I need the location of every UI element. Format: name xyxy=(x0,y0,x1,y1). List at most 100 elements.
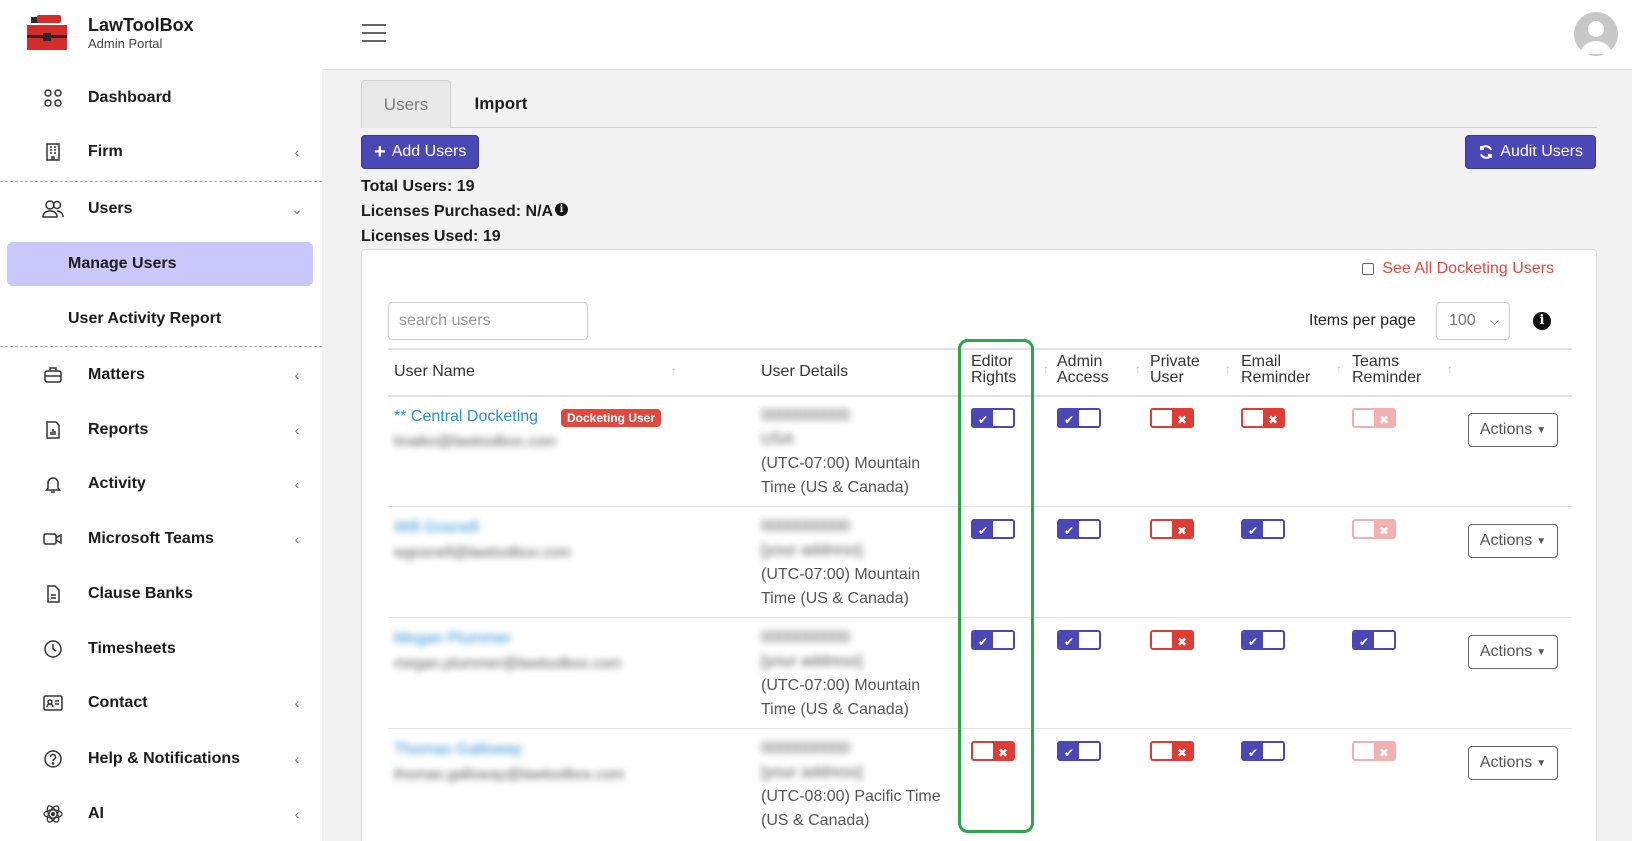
audit-users-button[interactable]: Audit Users xyxy=(1465,135,1596,169)
sidebar-subitem-user-activity-report[interactable]: User Activity Report xyxy=(7,297,313,341)
top-header xyxy=(322,0,1632,70)
email-reminder-toggle[interactable]: ✔ xyxy=(1241,741,1285,761)
private-user-toggle[interactable]: ✖ xyxy=(1150,630,1194,650)
add-users-button[interactable]: + Add Users xyxy=(361,135,480,169)
user-name-link[interactable]: Megan Plummer xyxy=(394,630,511,648)
brand[interactable]: LawToolBox Admin Portal xyxy=(27,14,194,52)
actions-dropdown-button[interactable]: Actions ▼ xyxy=(1468,524,1558,558)
private-user-toggle[interactable]: ✖ xyxy=(1150,519,1194,539)
tab-bar: Users Import xyxy=(361,80,1597,128)
sort-arrow-icon[interactable]: ↑ xyxy=(1336,362,1342,376)
admin-access-toggle[interactable]: ✔ xyxy=(1057,519,1101,539)
audit-users-label: Audit Users xyxy=(1500,143,1583,160)
user-phone: 0000000000 xyxy=(761,629,850,646)
column-header-teams-reminder[interactable]: Teams Reminder xyxy=(1352,354,1421,386)
x-icon: ✖ xyxy=(1172,743,1192,759)
contact-card-icon xyxy=(41,691,65,715)
sidebar-item-users[interactable]: Users ⌄ xyxy=(0,187,322,231)
column-header-user-name[interactable]: User Name xyxy=(394,364,475,380)
refresh-icon xyxy=(1480,145,1493,159)
admin-access-toggle[interactable]: ✔ xyxy=(1057,741,1101,761)
email-reminder-toggle[interactable]: ✔ xyxy=(1241,519,1285,539)
column-header-email-reminder[interactable]: Email Reminder xyxy=(1241,354,1310,386)
user-address: USA xyxy=(761,431,794,448)
user-email: wgosnell@lawtoolbox.com xyxy=(394,544,571,561)
video-icon xyxy=(41,527,65,551)
info-icon[interactable]: i xyxy=(1533,312,1551,330)
licenses-used-stat: Licenses Used: 19 xyxy=(361,228,501,245)
x-icon: ✖ xyxy=(1374,410,1394,426)
see-all-docketing-users-toggle[interactable]: See All Docketing Users xyxy=(1362,260,1554,278)
private-user-toggle[interactable]: ✖ xyxy=(1150,408,1194,428)
private-user-toggle[interactable]: ✖ xyxy=(1150,741,1194,761)
chevron-left-icon: ‹ xyxy=(294,695,300,711)
check-icon: ✔ xyxy=(1059,632,1079,648)
chevron-left-icon: ‹ xyxy=(294,422,300,438)
caret-down-icon: ▼ xyxy=(1536,646,1547,658)
sort-arrow-icon[interactable]: ↑ xyxy=(1447,362,1453,376)
sort-arrow-icon[interactable]: ↑ xyxy=(1043,362,1049,376)
email-reminder-toggle[interactable]: ✖ xyxy=(1241,408,1285,428)
sidebar-item-dashboard[interactable]: Dashboard xyxy=(0,76,322,120)
sort-arrow-icon[interactable]: ↑ xyxy=(1135,362,1141,376)
chevron-left-icon: ‹ xyxy=(294,144,300,160)
caret-down-icon: ▼ xyxy=(1536,757,1547,769)
actions-label: Actions xyxy=(1479,754,1533,771)
sort-arrow-icon[interactable]: ↑ xyxy=(671,364,677,378)
actions-dropdown-button[interactable]: Actions ▼ xyxy=(1468,635,1558,669)
teams-reminder-toggle[interactable]: ✖ xyxy=(1352,408,1396,428)
sidebar-item-reports[interactable]: Reports ‹ xyxy=(0,408,322,452)
info-icon[interactable]: i xyxy=(555,203,569,216)
total-users-stat: Total Users: 19 xyxy=(361,178,475,195)
report-icon xyxy=(41,418,65,442)
sidebar-item-ai[interactable]: AI ‹ xyxy=(0,792,322,836)
sort-arrow-icon[interactable]: ↑ xyxy=(1225,362,1231,376)
actions-label: Actions xyxy=(1479,643,1533,660)
sidebar-item-timesheets[interactable]: Timesheets xyxy=(0,627,322,671)
admin-access-toggle[interactable]: ✔ xyxy=(1057,630,1101,650)
search-users-input[interactable] xyxy=(388,302,588,340)
column-header-admin-access[interactable]: Admin Access xyxy=(1057,354,1109,386)
sidebar-item-help-notifications[interactable]: Help & Notifications ‹ xyxy=(0,737,322,781)
sidebar-item-matters[interactable]: Matters ‹ xyxy=(0,353,322,397)
sidebar-item-microsoft-teams[interactable]: Microsoft Teams ‹ xyxy=(0,517,322,561)
admin-access-toggle[interactable]: ✔ xyxy=(1057,408,1101,428)
tab-users[interactable]: Users xyxy=(361,80,451,128)
sidebar-item-label: Help & Notifications xyxy=(88,750,241,767)
teams-reminder-toggle[interactable]: ✖ xyxy=(1352,519,1396,539)
user-name-link[interactable]: Will Gosnell xyxy=(394,519,478,537)
tab-import[interactable]: Import xyxy=(461,80,541,128)
sidebar-item-firm[interactable]: Firm ‹ xyxy=(0,130,322,174)
editor-rights-highlight-box xyxy=(958,339,1034,833)
hamburger-menu-icon[interactable] xyxy=(362,24,386,44)
sidebar-item-contact[interactable]: Contact ‹ xyxy=(0,681,322,725)
user-name-link[interactable]: ** Central Docketing xyxy=(394,408,538,426)
column-header-user-details[interactable]: User Details xyxy=(761,364,848,380)
sidebar-item-activity[interactable]: Activity ‹ xyxy=(0,462,322,506)
brand-title: LawToolBox xyxy=(88,15,194,35)
x-icon: ✖ xyxy=(1263,410,1283,426)
actions-dropdown-button[interactable]: Actions ▼ xyxy=(1468,746,1558,780)
user-avatar[interactable] xyxy=(1574,12,1618,56)
chevron-left-icon: ‹ xyxy=(294,751,300,767)
items-per-page-select[interactable]: 100 ⌵ xyxy=(1436,302,1510,340)
actions-dropdown-button[interactable]: Actions ▼ xyxy=(1468,413,1558,447)
sidebar-item-label: Microsoft Teams xyxy=(88,530,214,547)
sidebar-item-clause-banks[interactable]: Clause Banks xyxy=(0,572,322,616)
user-name-link[interactable]: Thomas Galloway xyxy=(394,741,522,759)
teams-reminder-toggle[interactable]: ✖ xyxy=(1352,741,1396,761)
checkbox[interactable] xyxy=(1362,263,1375,275)
column-header-private-user[interactable]: Private User xyxy=(1150,354,1200,386)
teams-reminder-toggle[interactable]: ✔ xyxy=(1352,630,1396,650)
sidebar-item-label: Users xyxy=(88,200,133,217)
check-icon: ✔ xyxy=(1243,521,1263,537)
check-icon: ✔ xyxy=(1059,410,1079,426)
user-timezone-line1: (UTC-07:00) Mountain xyxy=(761,566,921,583)
user-timezone-line1: (UTC-08:00) Pacific Time xyxy=(761,788,941,805)
x-icon: ✖ xyxy=(1172,521,1192,537)
grid-icon xyxy=(41,86,65,110)
sidebar-item-label: Firm xyxy=(88,143,123,160)
email-reminder-toggle[interactable]: ✔ xyxy=(1241,630,1285,650)
items-per-page-value: 100 xyxy=(1449,312,1476,329)
sidebar-subitem-manage-users[interactable]: Manage Users xyxy=(7,242,313,286)
